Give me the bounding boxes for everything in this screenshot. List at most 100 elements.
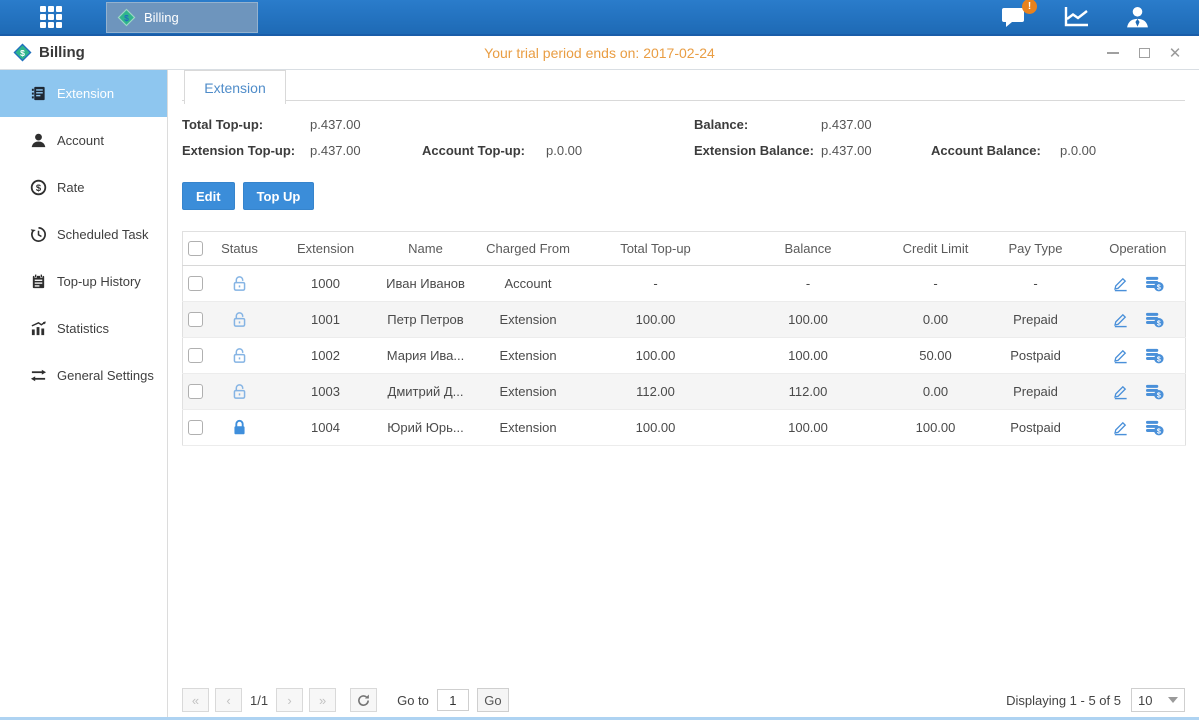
edit-row-button[interactable] [1112,383,1129,400]
table-row: 1000 Иван Иванов Account - - - - $ [183,266,1186,302]
sidebar-item-general-settings[interactable]: General Settings [0,352,167,399]
cell-name: Юрий Юрь... [381,410,471,446]
sidebar-item-label: Top-up History [57,274,141,289]
refresh-button[interactable] [350,688,377,712]
status-lock-icon [232,275,247,290]
extension-topup-label: Extension Top-up: [182,143,310,158]
messages-button[interactable]: ! [1001,5,1029,29]
edit-row-button[interactable] [1112,275,1129,292]
col-credit-limit[interactable]: Credit Limit [891,232,981,266]
coins-icon: $ [1145,383,1164,400]
minimize-button[interactable] [1105,45,1121,61]
close-button[interactable]: ✕ [1167,45,1183,61]
cell-total-topup: 100.00 [586,410,726,446]
row-checkbox[interactable] [188,348,203,363]
cell-pay-type: Postpaid [981,338,1091,374]
extension-icon [30,85,47,102]
trial-notice: Your trial period ends on: 2017-02-24 [0,45,1199,61]
topup-row-button[interactable]: $ [1145,383,1164,400]
tabstrip: Extension [182,70,1185,104]
topup-history-icon [30,273,47,290]
sidebar-item-scheduled-task[interactable]: Scheduled Task [0,211,167,258]
extension-table: Status Extension Name Charged From Total… [182,231,1186,446]
total-topup-value: p.437.00 [310,117,422,132]
status-lock-icon [232,311,247,326]
last-page-button[interactable]: » [309,688,336,712]
window-titlebar: Your trial period ends on: 2017-02-24 $ … [0,36,1199,70]
prev-page-button[interactable]: ‹ [215,688,242,712]
go-button[interactable]: Go [477,688,509,712]
billing-summary: Total Top-up: p.437.00 Extension Top-up:… [182,117,1185,158]
cell-name: Иван Иванов [381,266,471,302]
topup-row-button[interactable]: $ [1145,347,1164,364]
col-charged-from[interactable]: Charged From [471,232,586,266]
maximize-button[interactable] [1136,45,1152,61]
pencil-icon [1112,347,1129,364]
sidebar-item-topup-history[interactable]: Top-up History [0,258,167,305]
goto-page-input[interactable] [437,689,469,711]
app-tab-billing[interactable]: $ Billing [106,2,258,33]
row-checkbox[interactable] [188,420,203,435]
coins-icon: $ [1145,275,1164,292]
sidebar-item-rate[interactable]: $ Rate [0,164,167,211]
sidebar-item-label: General Settings [57,368,154,383]
top-up-button[interactable]: Top Up [243,182,315,210]
svg-text:$: $ [1157,427,1161,435]
app-launcher-icon[interactable] [40,6,62,28]
extension-balance-value: p.437.00 [821,143,931,158]
account-topup-value: p.0.00 [546,143,694,158]
cell-credit-limit: 0.00 [891,374,981,410]
first-page-button[interactable]: « [182,688,209,712]
sidebar-item-account[interactable]: Account [0,117,167,164]
cell-pay-type: - [981,266,1091,302]
row-checkbox[interactable] [188,384,203,399]
col-operation[interactable]: Operation [1091,232,1186,266]
row-checkbox[interactable] [188,312,203,327]
edit-row-button[interactable] [1112,419,1129,436]
tab-extension[interactable]: Extension [184,70,286,104]
edit-row-button[interactable] [1112,311,1129,328]
status-lock-icon [232,383,247,398]
page-size-select[interactable]: 10 [1131,688,1185,712]
account-balance-value: p.0.00 [1060,143,1185,158]
col-extension[interactable]: Extension [271,232,381,266]
edit-button[interactable]: Edit [182,182,235,210]
svg-text:$: $ [124,12,129,22]
billing-diamond-icon: $ [13,43,32,62]
svg-text:$: $ [1157,319,1161,327]
col-status[interactable]: Status [209,232,271,266]
topup-row-button[interactable]: $ [1145,311,1164,328]
sidebar-item-extension[interactable]: Extension [0,70,167,117]
cell-credit-limit: 100.00 [891,410,981,446]
col-name[interactable]: Name [381,232,471,266]
sidebar-item-statistics[interactable]: Statistics [0,305,167,352]
edit-row-button[interactable] [1112,347,1129,364]
sidebar-item-label: Extension [57,86,114,101]
user-menu-button[interactable] [1125,5,1153,29]
topup-row-button[interactable]: $ [1145,275,1164,292]
status-lock-icon [232,419,247,434]
cell-charged-from: Extension [471,374,586,410]
reports-button[interactable] [1063,5,1091,29]
user-icon [1125,5,1150,29]
cell-balance: 100.00 [726,338,891,374]
topup-row-button[interactable]: $ [1145,419,1164,436]
table-header-row: Status Extension Name Charged From Total… [183,232,1186,266]
displaying-text: Displaying 1 - 5 of 5 [1006,693,1121,708]
refresh-icon [357,694,370,707]
rate-icon: $ [30,179,47,196]
select-all-checkbox[interactable] [188,241,203,256]
cell-credit-limit: 0.00 [891,302,981,338]
col-total-topup[interactable]: Total Top-up [586,232,726,266]
scheduled-task-icon [30,226,47,243]
cell-extension: 1002 [271,338,381,374]
status-lock-icon [232,347,247,362]
cell-extension: 1001 [271,302,381,338]
col-balance[interactable]: Balance [726,232,891,266]
cell-balance: 112.00 [726,374,891,410]
cell-pay-type: Postpaid [981,410,1091,446]
row-checkbox[interactable] [188,276,203,291]
col-pay-type[interactable]: Pay Type [981,232,1091,266]
next-page-button[interactable]: › [276,688,303,712]
table-row: 1002 Мария Ива... Extension 100.00 100.0… [183,338,1186,374]
